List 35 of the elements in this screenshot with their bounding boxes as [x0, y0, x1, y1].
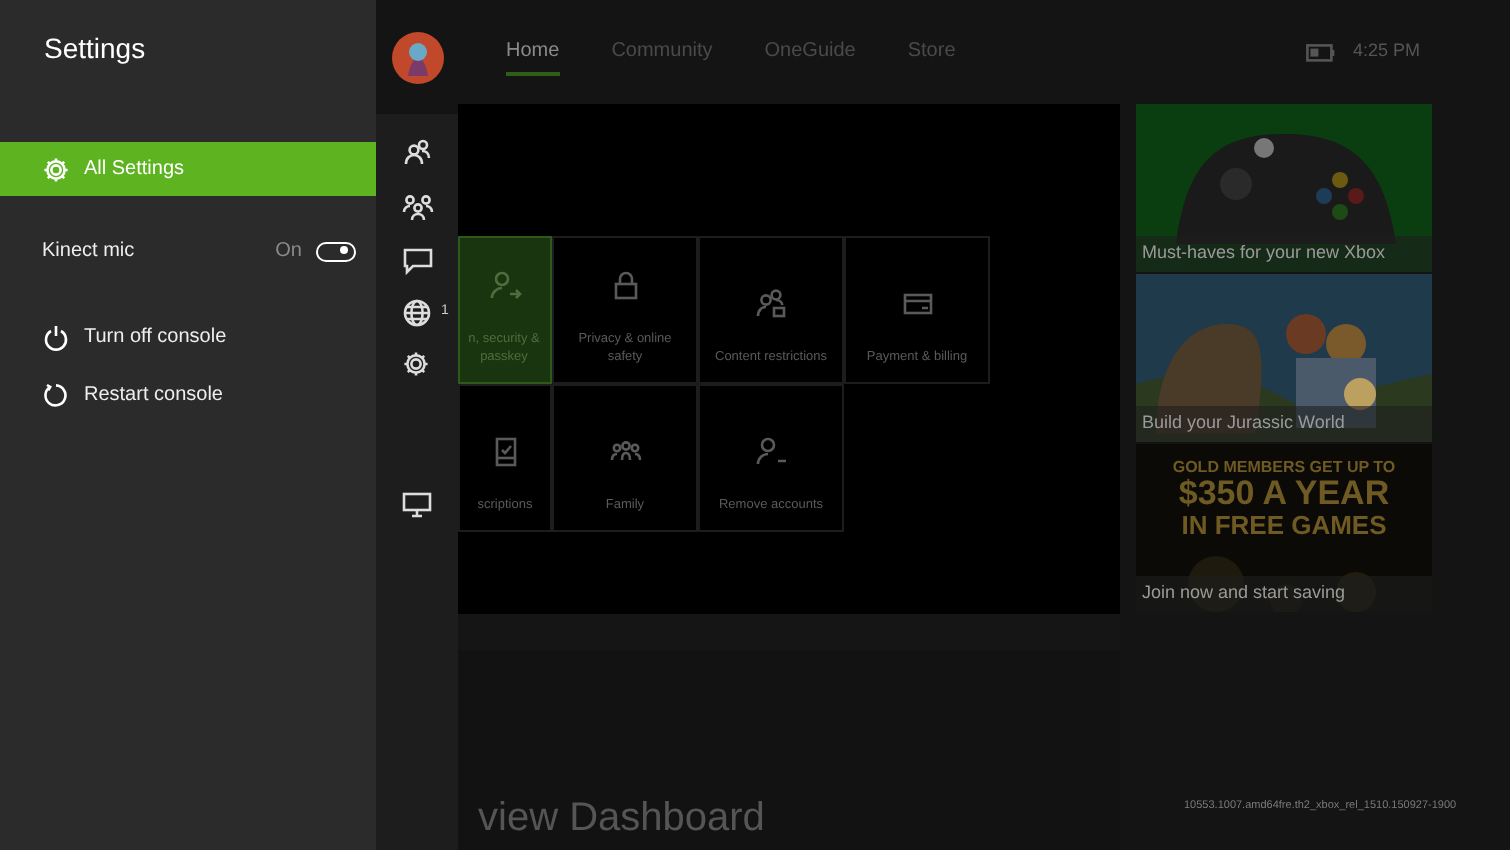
avatar[interactable]	[391, 31, 443, 83]
toggle-switch[interactable]	[316, 241, 356, 261]
promo-headline: IN FREE GAMES	[1179, 512, 1389, 540]
friends-icon[interactable]	[401, 138, 433, 168]
tv-icon[interactable]	[401, 490, 433, 520]
person-minus-icon	[755, 436, 787, 469]
promo-tile[interactable]: Must-haves for your new Xbox	[1136, 104, 1432, 272]
settings-icon[interactable]	[401, 350, 433, 380]
setting-label: Kinect mic	[42, 238, 137, 266]
menu-item[interactable]: Restart console	[0, 368, 376, 422]
promo-tile[interactable]: Build your Jurassic World	[1136, 274, 1432, 442]
promo-tile[interactable]: GOLD MEMBERS GET UP TO $350 A YEAR IN FREE GAMES Join now and start saving	[1136, 444, 1432, 612]
people-lock-icon	[755, 288, 787, 321]
person-arrow-icon	[489, 269, 521, 301]
chat-icon[interactable]	[401, 246, 433, 276]
lock-icon	[609, 269, 641, 301]
promo-caption: Join now and start saving	[1136, 575, 1432, 612]
toggle-state: On	[275, 238, 302, 266]
section-heading: view Dashboard	[478, 798, 765, 838]
power-icon	[42, 323, 70, 351]
menu-item[interactable]: Turn off console	[0, 310, 376, 364]
party-icon[interactable]	[401, 192, 433, 222]
nav-tab[interactable]: Home	[506, 29, 560, 75]
clock: 4:25 PM	[1352, 38, 1420, 65]
battery-icon	[1306, 43, 1337, 61]
promo-headline: GOLD MEMBERS GET UP TO	[1170, 460, 1398, 477]
promo-caption: Build your Jurassic World	[1136, 405, 1432, 442]
restart-icon	[42, 381, 70, 409]
kinect-mic-row[interactable]: Kinect mic On	[0, 224, 376, 278]
promo-caption: Must-haves for your new Xbox	[1136, 235, 1432, 272]
panel-title: Settings	[42, 30, 148, 68]
globe-icon[interactable]	[401, 298, 434, 328]
menu-item[interactable]: All Settings	[0, 142, 376, 196]
gear-icon	[42, 155, 70, 183]
promo-headline: $350 A YEAR	[1176, 476, 1392, 513]
